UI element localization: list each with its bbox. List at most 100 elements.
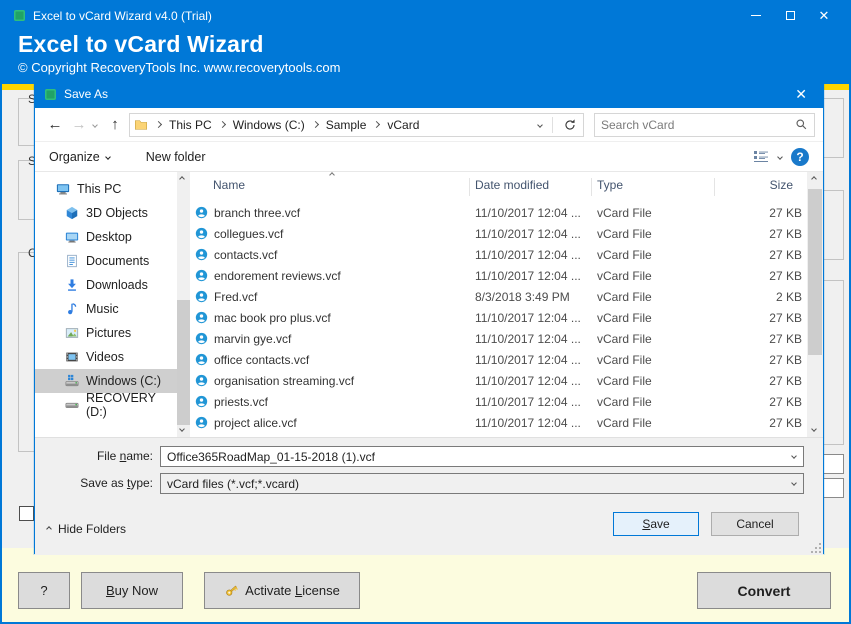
file-row[interactable]: collegues.vcf 11/10/2017 12:04 ... vCard…: [190, 223, 807, 244]
breadcrumb-separator-icon: [373, 121, 380, 128]
breadcrumb-item-this-pc[interactable]: This PC: [169, 118, 212, 132]
resize-grip[interactable]: [811, 543, 821, 553]
file-row[interactable]: priests.vcf 11/10/2017 12:04 ... vCard F…: [190, 391, 807, 412]
help-icon[interactable]: ?: [791, 148, 809, 166]
file-list-scrollbar-thumb[interactable]: [808, 189, 822, 355]
back-button[interactable]: ←: [43, 116, 67, 133]
dialog-close-button[interactable]: ✕: [789, 86, 813, 103]
tree-item-windows-c[interactable]: Windows (C:): [35, 369, 177, 393]
file-row[interactable]: contacts.vcf 11/10/2017 12:04 ... vCard …: [190, 244, 807, 265]
dialog-nav-bar: ← → ↑ This PC Windows (C:) Sample vCard: [35, 108, 823, 142]
activate-license-button[interactable]: Activate License: [204, 572, 360, 609]
dialog-title: Save As: [64, 87, 789, 101]
file-row[interactable]: organisation streaming.vcf 11/10/2017 12…: [190, 370, 807, 391]
column-header-type[interactable]: Type: [592, 178, 715, 196]
vcard-file-icon: [195, 269, 208, 282]
breadcrumb-item-windows-c[interactable]: Windows (C:): [233, 118, 305, 132]
file-row[interactable]: mac book pro plus.vcf 11/10/2017 12:04 .…: [190, 307, 807, 328]
minimize-icon: [751, 15, 761, 16]
scroll-down-icon[interactable]: [811, 426, 817, 432]
folder-icon: [134, 118, 148, 132]
app-title: Excel to vCard Wizard: [18, 31, 849, 58]
search-placeholder: Search vCard: [601, 118, 795, 132]
file-name-dropdown-icon[interactable]: [791, 453, 797, 459]
tree-item-music[interactable]: Music: [35, 297, 177, 321]
tree-item-documents[interactable]: Documents: [35, 249, 177, 273]
recent-locations-icon[interactable]: [92, 122, 98, 128]
file-name-label: File name:: [35, 449, 153, 463]
tree-item-3d-objects[interactable]: 3D Objects: [35, 201, 177, 225]
tree-item-recovery-d[interactable]: RECOVERY (D:): [35, 393, 177, 417]
tree-item-pictures[interactable]: Pictures: [35, 321, 177, 345]
file-row[interactable]: marvin gye.vcf 11/10/2017 12:04 ... vCar…: [190, 328, 807, 349]
videos-icon: [65, 350, 79, 364]
hide-folders-button[interactable]: Hide Folders: [47, 522, 126, 536]
new-folder-button[interactable]: New folder: [146, 150, 206, 164]
breadcrumb-separator-icon: [312, 121, 319, 128]
pictures-icon: [65, 326, 79, 340]
3d-objects-icon: [65, 206, 79, 220]
scroll-up-icon[interactable]: [179, 176, 185, 182]
minimize-button[interactable]: [739, 2, 773, 29]
dialog-titlebar: Save As ✕: [35, 80, 823, 108]
save-button[interactable]: Save: [613, 512, 699, 536]
column-header-size[interactable]: Size: [715, 178, 807, 196]
breadcrumb-item-vcard[interactable]: vCard: [387, 118, 419, 132]
search-input[interactable]: Search vCard: [594, 113, 815, 137]
cancel-button[interactable]: Cancel: [711, 512, 799, 536]
hide-folders-chevron-icon: [46, 526, 52, 532]
app-icon: [14, 10, 25, 21]
breadcrumb-separator-icon: [155, 121, 162, 128]
file-row[interactable]: branch three.vcf 11/10/2017 12:04 ... vC…: [190, 202, 807, 223]
vcard-file-icon: [195, 248, 208, 261]
forward-button[interactable]: →: [67, 116, 91, 133]
tree-scrollbar-thumb[interactable]: [177, 300, 190, 425]
organize-button[interactable]: Organize: [49, 150, 110, 164]
key-icon: [224, 583, 239, 598]
file-row[interactable]: project alice.vcf 11/10/2017 12:04 ... v…: [190, 412, 807, 433]
column-header-name[interactable]: Name: [190, 178, 470, 196]
organize-dropdown-icon: [105, 154, 111, 160]
tree-item-downloads[interactable]: Downloads: [35, 273, 177, 297]
search-icon[interactable]: [795, 118, 808, 131]
address-dropdown-icon[interactable]: [537, 122, 543, 128]
close-button[interactable]: ✕: [807, 2, 841, 29]
help-button[interactable]: ?: [18, 572, 70, 609]
buy-now-button[interactable]: Buy Now: [81, 572, 183, 609]
vcard-file-icon: [195, 290, 208, 303]
file-list-scrollbar[interactable]: [807, 172, 823, 437]
views-icon[interactable]: [753, 150, 769, 163]
maximize-icon: [786, 11, 795, 20]
dialog-main: This PC 3D Objects Desktop: [35, 172, 823, 437]
vcard-file-icon: [195, 332, 208, 345]
refresh-icon[interactable]: [563, 118, 577, 132]
tree-item-videos[interactable]: Videos: [35, 345, 177, 369]
folder-tree: This PC 3D Objects Desktop: [35, 172, 177, 437]
address-bar[interactable]: This PC Windows (C:) Sample vCard: [129, 113, 584, 137]
file-row[interactable]: endorement reviews.vcf 11/10/2017 12:04 …: [190, 265, 807, 286]
tree-scrollbar[interactable]: [177, 172, 190, 437]
tree-item-this-pc[interactable]: This PC: [35, 177, 177, 201]
maximize-button[interactable]: [773, 2, 807, 29]
views-dropdown-icon[interactable]: [777, 154, 783, 160]
file-list-header: Name Date modified Type Size: [190, 172, 807, 196]
column-header-date-modified[interactable]: Date modified: [470, 178, 592, 196]
scroll-up-icon[interactable]: [811, 176, 817, 182]
window-title: Excel to vCard Wizard v4.0 (Trial): [33, 9, 739, 23]
convert-button[interactable]: Convert: [697, 572, 831, 609]
this-pc-icon: [56, 182, 70, 196]
scroll-down-icon[interactable]: [179, 426, 185, 432]
vcard-file-icon: [195, 311, 208, 324]
breadcrumb-item-sample[interactable]: Sample: [326, 118, 367, 132]
file-row[interactable]: Fred.vcf 8/3/2018 3:49 PM vCard File 2 K…: [190, 286, 807, 307]
up-button[interactable]: ↑: [103, 116, 127, 133]
save-as-type-select[interactable]: vCard files (*.vcf;*.vcard): [160, 473, 804, 494]
vcard-file-icon: [195, 416, 208, 429]
tree-item-desktop[interactable]: Desktop: [35, 225, 177, 249]
save-as-type-dropdown-icon[interactable]: [791, 480, 797, 486]
file-row[interactable]: office contacts.vcf 11/10/2017 12:04 ...…: [190, 349, 807, 370]
file-name-input[interactable]: Office365RoadMap_01-15-2018 (1).vcf: [160, 446, 804, 467]
checkbox-fragment[interactable]: [19, 506, 34, 521]
windows-c-drive-icon: [65, 374, 79, 388]
convert-button-label: Convert: [738, 583, 791, 599]
